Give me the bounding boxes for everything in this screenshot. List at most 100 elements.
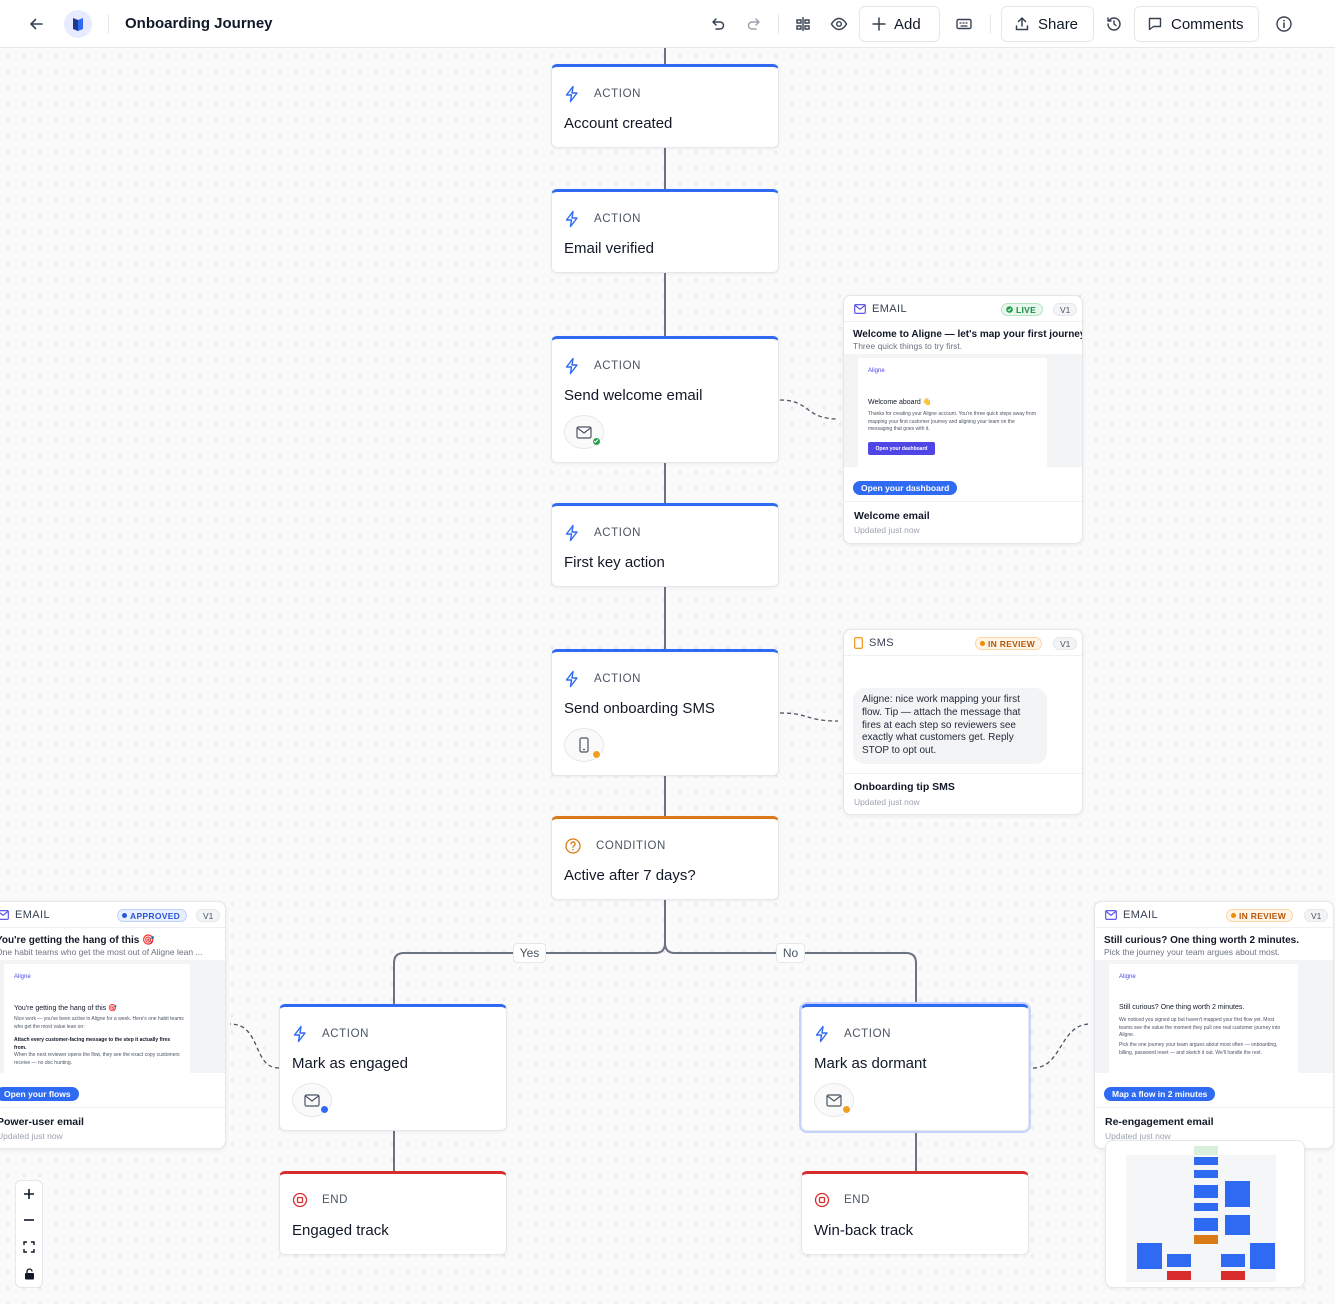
node-title: Account created xyxy=(564,115,673,132)
zoom-in-button[interactable] xyxy=(16,1181,42,1207)
status-badge-in-review: IN REVIEW xyxy=(1226,909,1294,922)
stop-circle-icon xyxy=(292,1192,308,1208)
version-badge: V1 xyxy=(1053,303,1078,316)
minimap-card xyxy=(1225,1215,1250,1235)
node-mark-as-dormant[interactable]: ACTION Mark as dormant xyxy=(801,1004,1029,1131)
status-dot xyxy=(842,1105,851,1114)
minimap-node xyxy=(1194,1185,1218,1198)
node-title: First key action xyxy=(564,554,665,571)
back-arrow-icon[interactable] xyxy=(24,12,48,36)
minimap-node xyxy=(1194,1170,1218,1178)
app-logo-icon[interactable] xyxy=(64,10,92,38)
node-title: Send welcome email xyxy=(564,387,703,404)
node-end-engaged-track[interactable]: END Engaged track xyxy=(279,1171,507,1255)
status-dot xyxy=(980,641,985,646)
brand-name: Aligne xyxy=(868,368,885,374)
minimap-card xyxy=(1225,1181,1250,1207)
power-user-email-card[interactable]: EMAIL APPROVED V1 You're getting the han… xyxy=(0,901,226,1149)
node-title: Active after 7 days? xyxy=(564,867,696,884)
card-name: Re-engagement email xyxy=(1105,1116,1214,1128)
fit-view-button[interactable] xyxy=(16,1234,42,1260)
minimap-card xyxy=(1250,1243,1275,1269)
node-title: Mark as dormant xyxy=(814,1055,927,1072)
node-send-onboarding-sms[interactable]: ACTION Send onboarding SMS xyxy=(551,649,779,776)
top-bar: Onboarding Journey Add Share Comments xyxy=(0,0,1335,48)
node-condition-active-7-days[interactable]: CONDITION Active after 7 days? xyxy=(551,816,779,900)
mail-icon xyxy=(304,1093,320,1107)
card-updated: Updated just now xyxy=(854,525,920,535)
minimap-node xyxy=(1167,1271,1191,1280)
lock-button[interactable] xyxy=(16,1261,42,1287)
welcome-email-card[interactable]: EMAIL LIVE V1 Welcome to Aligne — let's … xyxy=(843,295,1083,544)
keyboard-icon[interactable] xyxy=(952,12,976,36)
redo-icon[interactable] xyxy=(742,12,766,36)
cta-pill[interactable]: Open your dashboard xyxy=(853,481,958,495)
share-button[interactable]: Share xyxy=(1001,6,1094,42)
node-account-created[interactable]: ACTION Account created xyxy=(551,64,779,148)
node-kind-label: ACTION xyxy=(844,1028,892,1040)
status-text: IN REVIEW xyxy=(1239,910,1287,921)
status-text: APPROVED xyxy=(130,910,181,921)
sms-attachment-chip[interactable] xyxy=(564,728,604,762)
minimap-node xyxy=(1194,1218,1218,1231)
node-kind-label: ACTION xyxy=(594,88,642,100)
email-body-text: We noticed you signed up but haven't map… xyxy=(1119,1017,1281,1038)
status-dot xyxy=(1231,913,1236,918)
info-icon[interactable] xyxy=(1272,12,1296,36)
history-icon[interactable] xyxy=(1102,12,1126,36)
minimap-node xyxy=(1194,1157,1218,1165)
email-body-text: Thanks for creating your Aligne account.… xyxy=(868,411,1036,432)
lightning-icon xyxy=(565,357,578,375)
question-circle-icon xyxy=(565,838,581,854)
zoom-out-button[interactable] xyxy=(16,1207,42,1233)
comments-button[interactable]: Comments xyxy=(1134,6,1259,42)
version-badge: V1 xyxy=(1053,637,1078,650)
email-preview: Aligne Welcome aboard 👋 Thanks for creat… xyxy=(844,354,1082,467)
mail-icon xyxy=(0,909,9,920)
node-kind-label: ACTION xyxy=(594,360,642,372)
onboarding-sms-card[interactable]: SMS IN REVIEW V1 Aligne: nice work mappi… xyxy=(843,629,1083,815)
email-body-bold: Attach every customer-facing message to … xyxy=(14,1037,171,1051)
node-send-welcome-email[interactable]: ACTION Send welcome email xyxy=(551,336,779,463)
comment-icon xyxy=(1148,17,1162,31)
email-attachment-chip[interactable] xyxy=(564,415,604,449)
re-engagement-email-card[interactable]: EMAIL IN REVIEW V1 Still curious? One th… xyxy=(1094,901,1334,1149)
node-end-win-back-track[interactable]: END Win-back track xyxy=(801,1171,1029,1255)
layout-icon[interactable] xyxy=(791,12,815,36)
email-preview-button: Open your dashboard xyxy=(868,442,935,455)
minimap-node xyxy=(1194,1203,1218,1211)
email-subject: Welcome to Aligne — let's map your first… xyxy=(853,329,1083,340)
undo-icon[interactable] xyxy=(706,12,730,36)
add-button[interactable]: Add xyxy=(859,6,940,42)
fit-view-icon xyxy=(23,1241,35,1253)
lightning-icon xyxy=(565,670,578,688)
node-title: Email verified xyxy=(564,240,655,257)
card-kind-label: EMAIL xyxy=(872,302,908,315)
divider xyxy=(0,1107,225,1108)
divider xyxy=(1095,1107,1333,1108)
node-email-verified[interactable]: ACTION Email verified xyxy=(551,189,779,273)
status-text: LIVE xyxy=(1016,304,1037,315)
edge-label-yes[interactable]: Yes xyxy=(513,943,546,963)
divider xyxy=(844,773,1082,774)
eye-icon[interactable] xyxy=(827,12,851,36)
card-name: Welcome email xyxy=(854,510,930,522)
node-kind-label: ACTION xyxy=(322,1028,370,1040)
email-greeting: Still curious? One thing worth 2 minutes… xyxy=(1119,1004,1245,1011)
edge-label-no[interactable]: No xyxy=(776,943,805,963)
email-attachment-chip[interactable] xyxy=(292,1083,332,1117)
cta-pill[interactable]: Map a flow in 2 minutes xyxy=(1104,1087,1216,1101)
lock-icon xyxy=(24,1268,34,1280)
phone-icon xyxy=(854,636,863,649)
card-kind-label: SMS xyxy=(869,636,895,649)
node-first-key-action[interactable]: ACTION First key action xyxy=(551,503,779,587)
email-preheader: Pick the journey your team argues about … xyxy=(1104,947,1280,957)
email-subject: You're getting the hang of this 🎯 xyxy=(0,935,155,946)
email-attachment-chip[interactable] xyxy=(814,1083,854,1117)
node-mark-as-engaged[interactable]: ACTION Mark as engaged xyxy=(279,1004,507,1131)
status-text: IN REVIEW xyxy=(988,638,1036,649)
cta-pill[interactable]: Open your flows xyxy=(0,1087,79,1101)
mail-icon xyxy=(1105,909,1117,920)
card-kind-label: EMAIL xyxy=(15,908,51,921)
status-badge-live: LIVE xyxy=(1001,303,1044,316)
